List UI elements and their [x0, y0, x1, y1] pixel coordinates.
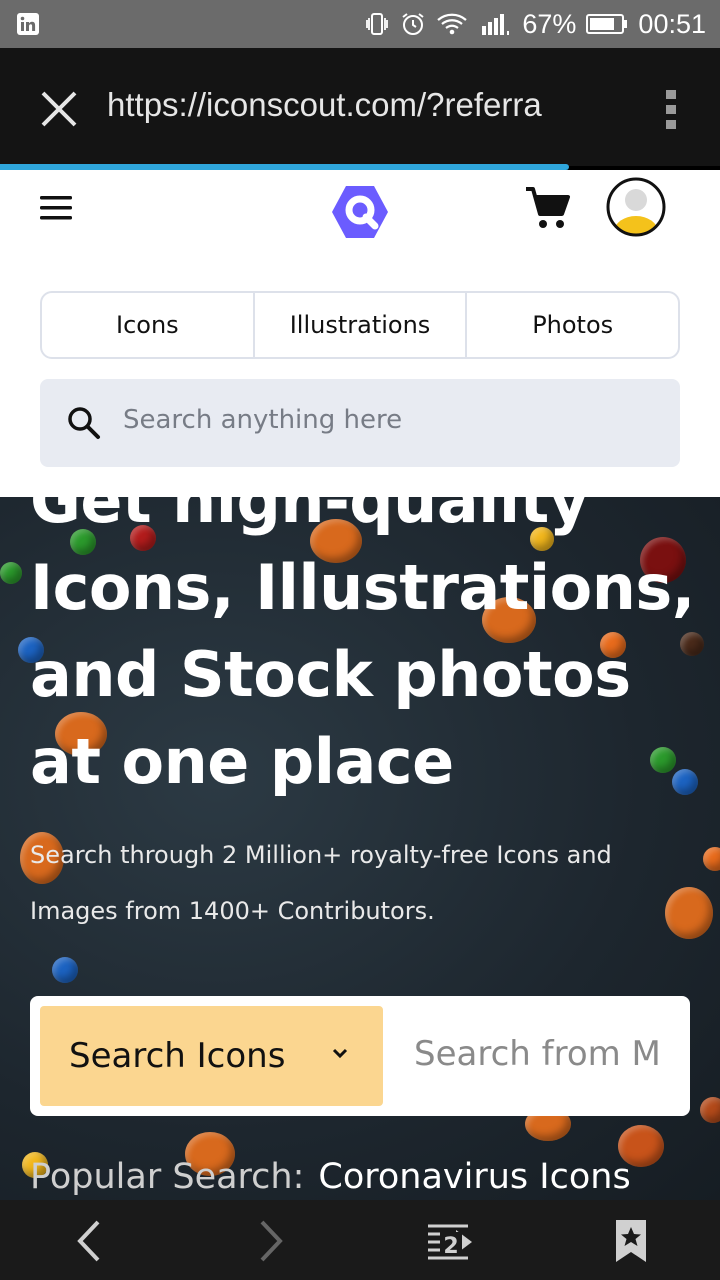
status-bar: 67% 00:51 [0, 0, 720, 48]
popular-search-tag[interactable]: Coronavirus Icons [318, 1157, 630, 1197]
search-type-dropdown[interactable]: Search Icons [40, 1006, 383, 1106]
hero-subtitle-line: Images from 1400+ Contributors. [30, 897, 435, 925]
search-type-label: Search Icons [69, 1036, 286, 1076]
forward-icon[interactable] [246, 1218, 292, 1264]
linkedin-icon [16, 12, 40, 36]
candy-decoration [52, 957, 78, 983]
candy-decoration [0, 562, 22, 584]
tabs-switcher[interactable]: 2 [426, 1218, 476, 1264]
chevron-down-icon [330, 1046, 350, 1062]
hero-title-line: and Stock photos [30, 638, 631, 711]
user-avatar-icon[interactable] [605, 176, 667, 238]
search-icon [66, 405, 102, 441]
search-input[interactable]: Search anything here [123, 405, 402, 435]
hero-title: Get high-quality Icons, Illustrations, a… [30, 497, 720, 805]
hero-subtitle: Search through 2 Million+ royalty-free I… [30, 827, 690, 939]
hamburger-icon[interactable] [38, 194, 74, 222]
hero-subtitle-line: Search through 2 Million+ royalty-free I… [30, 841, 612, 869]
popular-search: Popular Search: Coronavirus Icons [30, 1157, 631, 1197]
hero-search-box: Search Icons Search from M [30, 996, 690, 1116]
battery-percent: 67% [522, 8, 577, 39]
wifi-icon [436, 11, 468, 37]
battery-icon [586, 13, 628, 35]
back-icon[interactable] [68, 1218, 114, 1264]
signal-icon [478, 11, 512, 37]
cart-icon[interactable] [522, 184, 574, 232]
hero-title-line: at one place [30, 725, 454, 798]
bookmark-icon[interactable] [608, 1218, 654, 1264]
url-bar[interactable]: https://iconscout.com/?referra [107, 86, 607, 132]
alarm-icon [400, 11, 426, 37]
browser-bottom-nav: 2 [0, 1200, 720, 1280]
close-icon[interactable] [38, 88, 80, 130]
tabs-icon: 2 [428, 1224, 472, 1260]
asset-type-tabs: Icons Illustrations Photos [40, 291, 680, 359]
more-vert-icon[interactable] [664, 88, 680, 132]
header-search[interactable]: Search anything here [40, 379, 680, 467]
site-header: Icons Illustrations Photos Search anythi… [0, 170, 720, 497]
vibrate-icon [364, 11, 390, 37]
hero-title-line: Icons, Illustrations, [30, 551, 695, 624]
clock: 00:51 [638, 8, 706, 39]
tab-photos[interactable]: Photos [465, 293, 678, 357]
tabs-count: 2 [443, 1234, 458, 1259]
hero-search-input[interactable]: Search from M [414, 1034, 672, 1078]
iconscout-logo[interactable] [328, 180, 392, 244]
tab-illustrations[interactable]: Illustrations [252, 293, 466, 357]
hero-section: Get high-quality Icons, Illustrations, a… [0, 497, 720, 1200]
browser-toolbar: https://iconscout.com/?referra [0, 48, 720, 166]
candy-decoration [700, 1097, 720, 1123]
hero-title-line: Get high-quality [30, 497, 589, 537]
tab-icons[interactable]: Icons [42, 293, 253, 357]
candy-decoration [703, 847, 720, 871]
popular-search-label: Popular Search: [30, 1157, 305, 1197]
